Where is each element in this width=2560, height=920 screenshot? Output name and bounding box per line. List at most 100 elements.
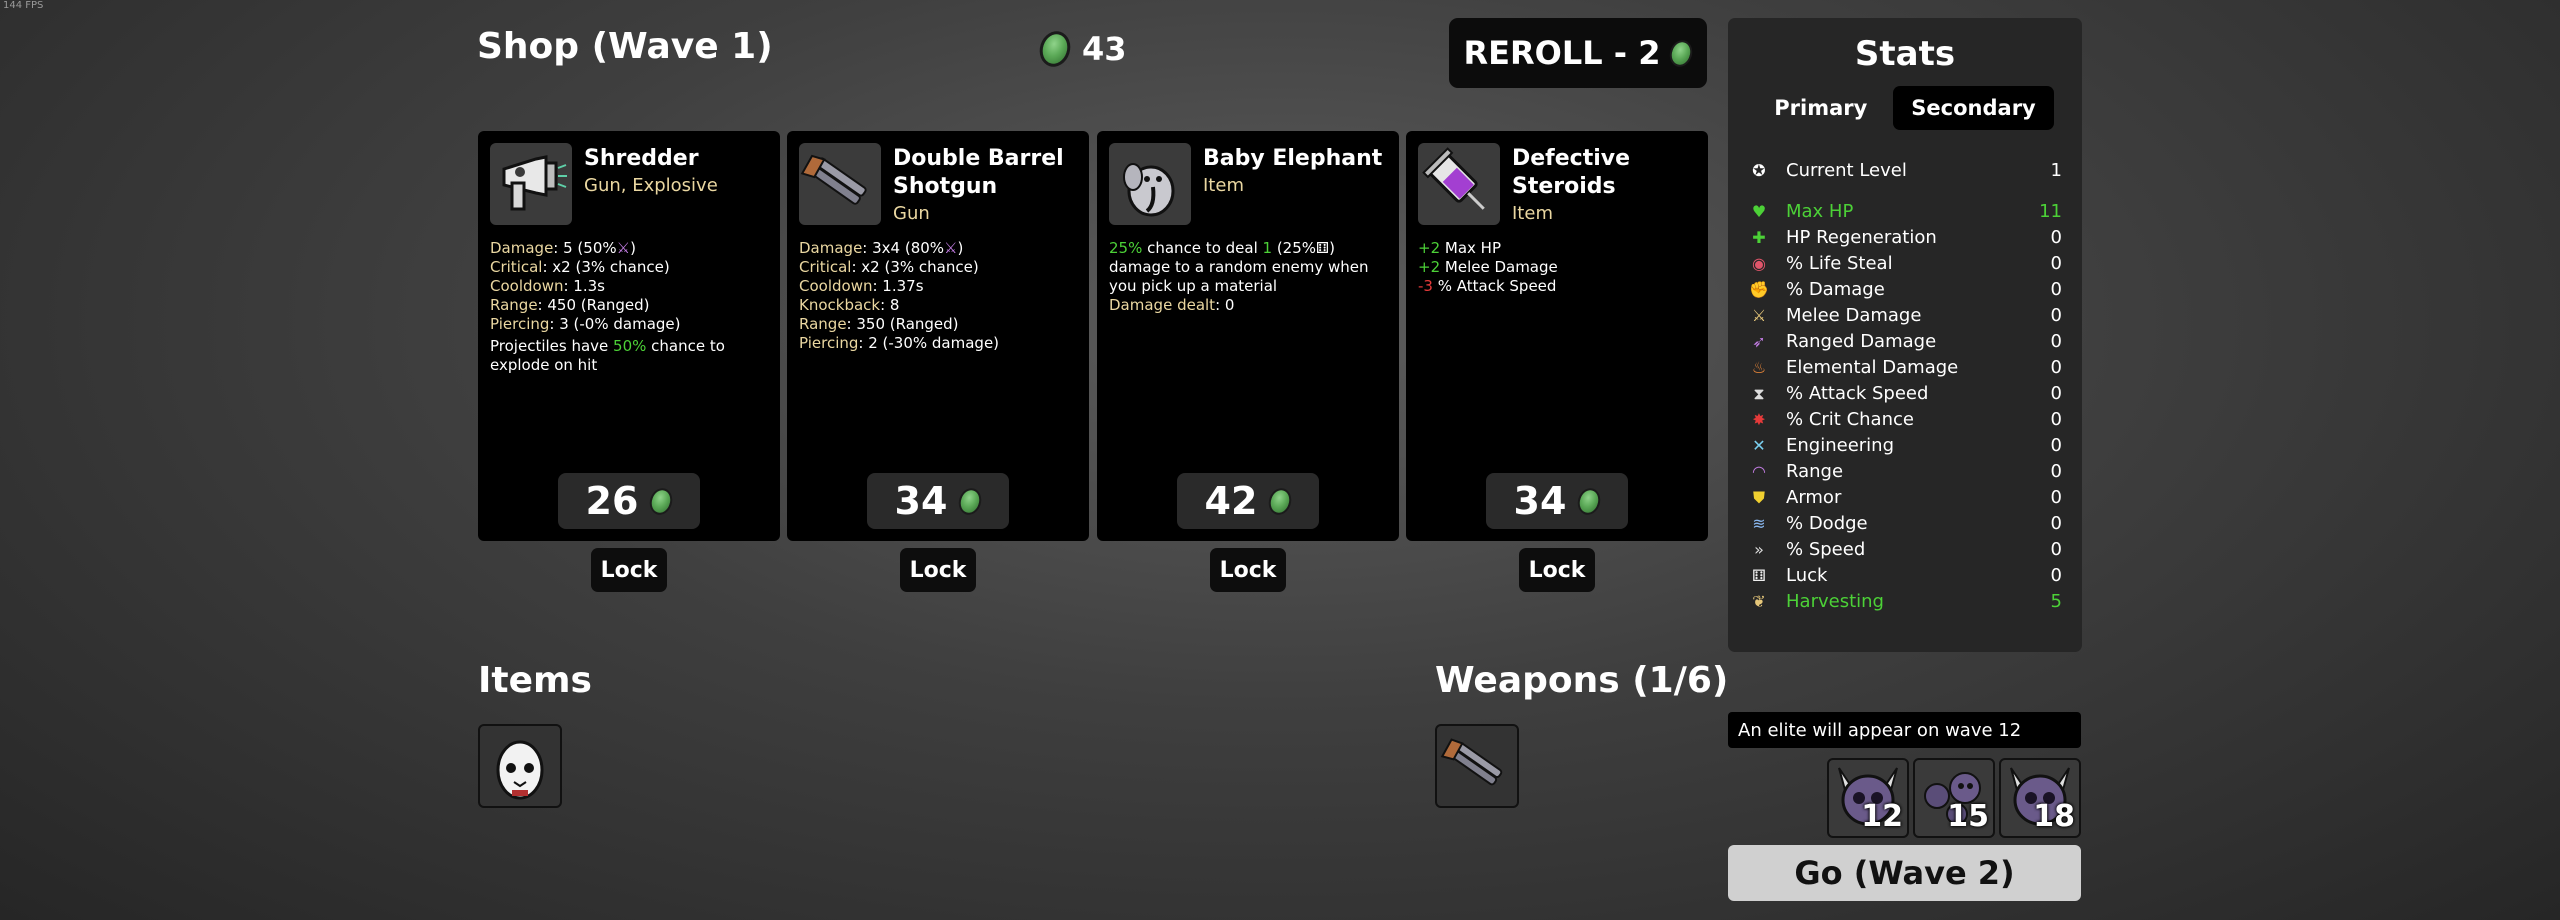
stat-value: : 8 [880, 296, 900, 314]
stat-row-attack-speed: ⧗ % Attack Speed 0 [1748, 381, 2062, 406]
stat-value: : 2 (-30% damage) [858, 334, 1000, 352]
tab-secondary[interactable]: Secondary [1893, 86, 2054, 130]
effect-text: Melee Damage [1440, 258, 1558, 276]
price-value: 34 [1513, 479, 1567, 523]
stat-suffix: ) [630, 239, 636, 257]
tab-primary[interactable]: Primary [1756, 86, 1885, 130]
stat-label: Critical [799, 258, 852, 276]
wrench-icon: ✕ [1752, 436, 1766, 455]
desc-highlight: 50% [613, 337, 647, 355]
lock-button[interactable]: Lock [900, 548, 976, 592]
stat-name: % Life Steal [1786, 253, 1893, 274]
effect-sign: +2 [1418, 239, 1441, 257]
buy-price-button[interactable]: 42 [1177, 473, 1319, 529]
stat-value: 0 [2050, 383, 2062, 404]
stat-name: % Speed [1786, 539, 1866, 560]
reroll-button[interactable]: REROLL - 2 [1449, 18, 1707, 88]
go-next-wave-button[interactable]: Go (Wave 2) [1728, 845, 2081, 901]
sword-icon: ⚔ [1751, 306, 1767, 325]
stat-label: Piercing [799, 334, 859, 352]
shotgun-icon[interactable] [1435, 724, 1519, 808]
stat-name: Ranged Damage [1786, 331, 1937, 352]
effect-highlight: 1 [1262, 239, 1273, 257]
buy-price-button[interactable]: 34 [1486, 473, 1628, 529]
item-stats: Damage: 5 (50%⚔) Critical: x2 (3% chance… [490, 239, 768, 375]
item-type: Item [1203, 175, 1244, 196]
stat-value: 0 [2050, 565, 2062, 586]
effect-sign: +2 [1418, 258, 1441, 276]
stat-row-armor: ⛊ Armor 0 [1748, 485, 2062, 510]
elite-wave-12[interactable]: 12 [1827, 758, 1909, 838]
syringe-icon [1418, 143, 1500, 225]
material-icon [1666, 36, 1697, 70]
wave-number: 12 [1861, 799, 1903, 834]
effect-text: chance to deal [1142, 239, 1263, 257]
item-type: Gun, Explosive [584, 175, 718, 196]
effect-text: Max HP [1440, 239, 1501, 257]
materials-counter: 43 [1035, 27, 1127, 71]
stat-value: : x2 (3% chance) [851, 258, 979, 276]
stat-label: Knockback [799, 296, 881, 314]
stat-value: 11 [2039, 201, 2062, 222]
stat-value: 0 [2050, 357, 2062, 378]
elite-wave-18[interactable]: 18 [1999, 758, 2081, 838]
stat-label: Range [490, 296, 538, 314]
material-icon [1265, 484, 1296, 518]
stat-value: : 0 [1215, 296, 1235, 314]
stat-row-current-level: ✪ Current Level 1 [1748, 158, 2062, 183]
stat-name: Range [1786, 461, 1844, 482]
item-description: Projectiles have 50% chance to explode o… [490, 337, 768, 375]
shop-card-baby-elephant[interactable]: Baby Elephant Item 25% chance to deal 1 … [1097, 131, 1399, 541]
effect-text: damage to a random enemy when you pick u… [1109, 258, 1369, 295]
stat-name: Elemental Damage [1786, 357, 1959, 378]
stat-row-max-hp: ♥ Max HP 11 [1748, 199, 2062, 224]
lock-button[interactable]: Lock [591, 548, 667, 592]
stat-value: 0 [2050, 513, 2062, 534]
buy-price-button[interactable]: 26 [558, 473, 700, 529]
stat-label: Range [799, 315, 847, 333]
hourglass-icon: ⧗ [1753, 383, 1765, 403]
egg-character-icon[interactable] [478, 724, 562, 808]
stat-name: Melee Damage [1786, 305, 1922, 326]
stat-row-harvesting: ❦ Harvesting 5 [1748, 589, 2062, 614]
shop-card-shredder[interactable]: Shredder Gun, Explosive Damage: 5 (50%⚔)… [478, 131, 780, 541]
stat-label: Piercing [490, 315, 550, 333]
stat-row-ranged-damage: ➶ Ranged Damage 0 [1748, 329, 2062, 354]
level-icon: ✪ [1752, 161, 1766, 180]
elite-wave-15[interactable]: 15 [1913, 758, 1995, 838]
stat-value: : 3x4 (80% [862, 239, 945, 257]
stat-suffix: ) [957, 239, 964, 257]
stat-row-crit-chance: ✸ % Crit Chance 0 [1748, 407, 2062, 432]
stats-panel: Stats Primary Secondary ✪ Current Level … [1728, 18, 2082, 652]
ranged-damage-icon: ⚔ [616, 239, 631, 257]
range-icon: ◠ [1752, 462, 1766, 481]
stat-row-life-steal: ◉ % Life Steal 0 [1748, 251, 2062, 276]
stat-row-dodge: ≋ % Dodge 0 [1748, 511, 2062, 536]
stat-row-melee-damage: ⚔ Melee Damage 0 [1748, 303, 2062, 328]
stat-label: Damage [799, 239, 863, 257]
material-icon [646, 484, 677, 518]
harvest-icon: ❦ [1752, 592, 1766, 611]
lock-button[interactable]: Lock [1519, 548, 1595, 592]
price-value: 34 [894, 479, 948, 523]
stat-value: 0 [2050, 539, 2062, 560]
stat-name: Current Level [1786, 160, 1907, 181]
shop-card-double-barrel-shotgun[interactable]: Double Barrel Shotgun Gun Damage: 3x4 (8… [787, 131, 1089, 541]
desc-text: Projectiles have [490, 337, 614, 355]
stat-value: 0 [2050, 279, 2062, 300]
luck-icon: ⚅ [1316, 239, 1330, 257]
stat-name: Engineering [1786, 435, 1894, 456]
wave-number: 18 [2033, 799, 2075, 834]
shop-card-defective-steroids[interactable]: Defective Steroids Item +2 Max HP +2 Mel… [1406, 131, 1708, 541]
dodge-icon: ≋ [1752, 514, 1766, 533]
stat-label: Damage dealt [1109, 296, 1216, 314]
stat-value: 0 [2050, 435, 2062, 456]
effect-text: % Attack Speed [1432, 277, 1557, 295]
stat-value: 0 [2050, 305, 2062, 326]
effect-highlight: 25% [1109, 239, 1143, 257]
material-icon [955, 484, 986, 518]
buy-price-button[interactable]: 34 [867, 473, 1009, 529]
lock-button[interactable]: Lock [1210, 548, 1286, 592]
stats-tabs: Primary Secondary [1728, 86, 2082, 130]
bow-icon: ➶ [1752, 332, 1766, 351]
